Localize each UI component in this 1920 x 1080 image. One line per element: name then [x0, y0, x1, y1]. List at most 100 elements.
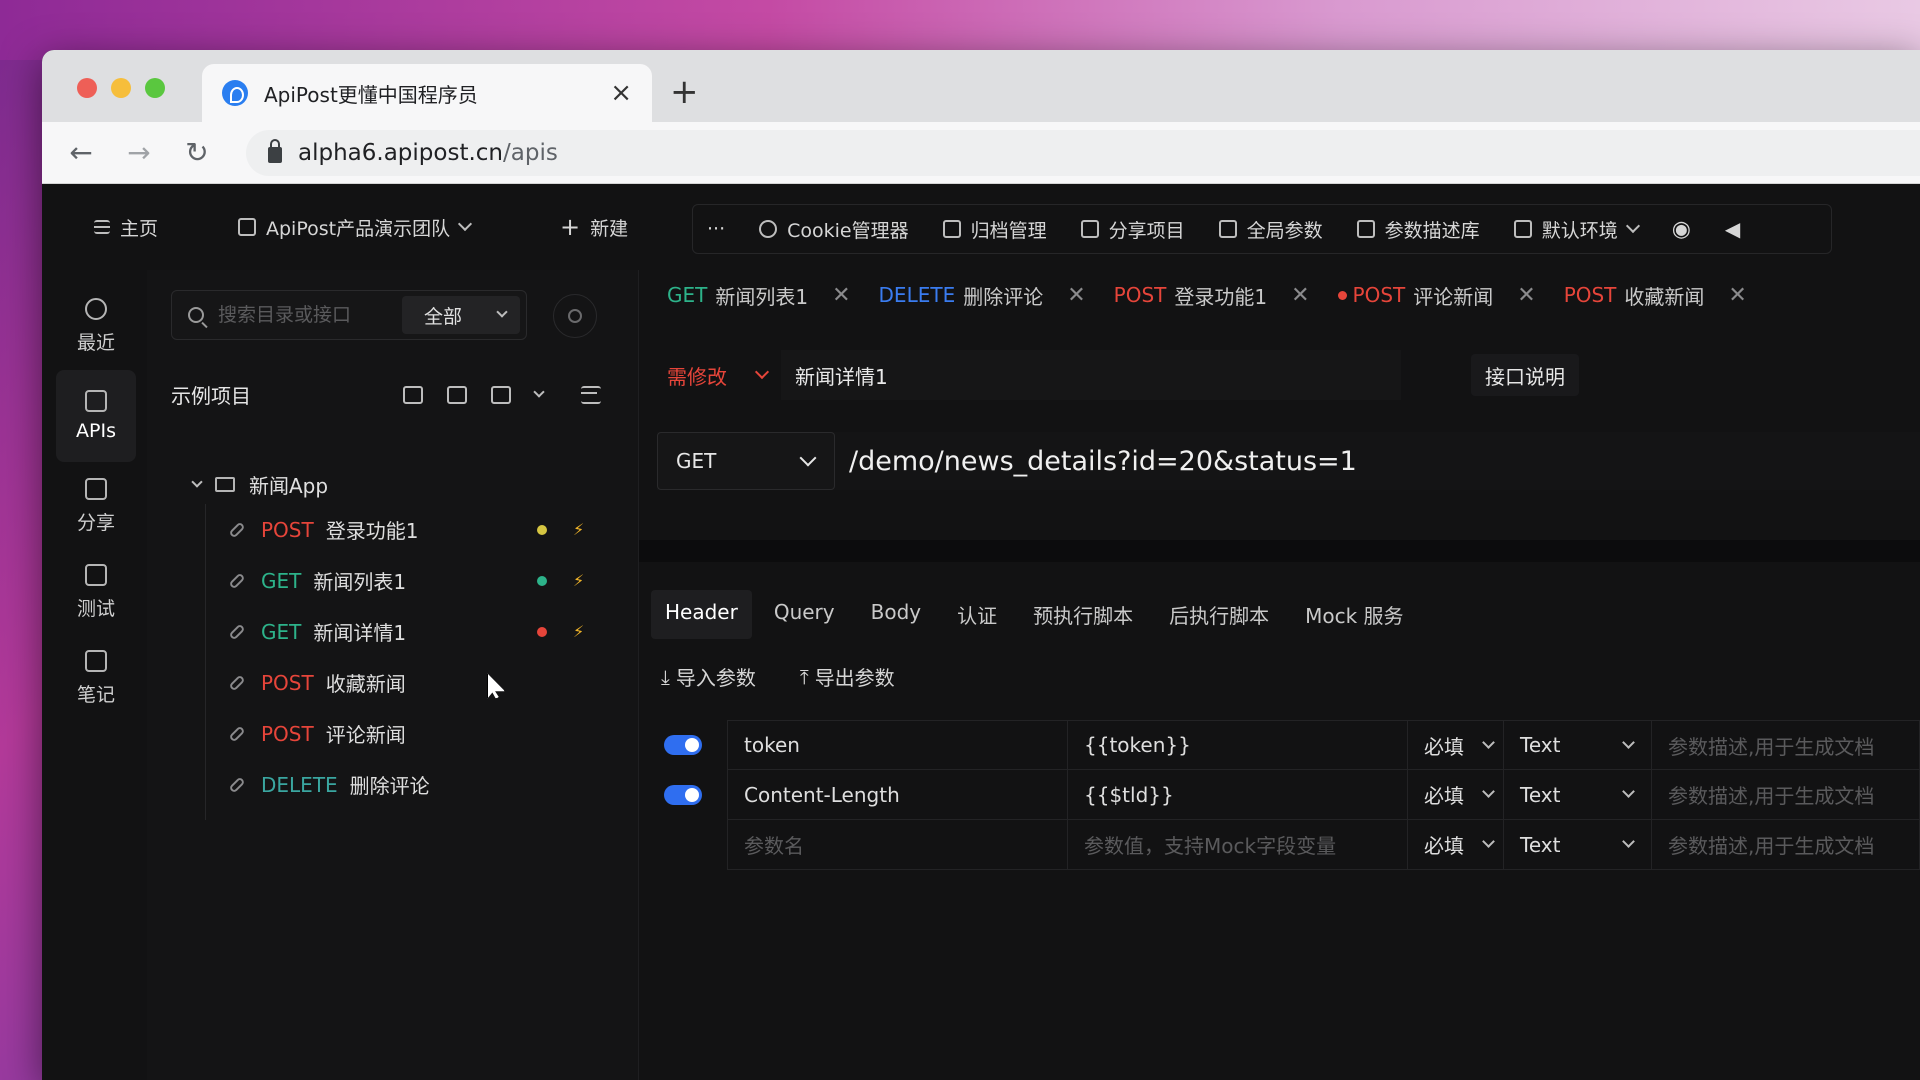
menu-icon: [94, 220, 110, 234]
list-item[interactable]: POST 收藏新闻: [217, 657, 587, 708]
maximize-window-button[interactable]: [145, 78, 165, 98]
table-row: Content-Length {{$tld}} 必填 Text 参数描述,用于生…: [639, 770, 1920, 820]
clock-icon: [85, 297, 107, 320]
type-select[interactable]: Text: [1504, 720, 1652, 770]
folder-name: 新闻App: [249, 474, 329, 498]
new-button[interactable]: + 新建: [560, 213, 628, 241]
cookie-manager-button[interactable]: Cookie管理器: [759, 216, 909, 243]
params-library-button[interactable]: 参数描述库: [1356, 216, 1480, 243]
archive-button[interactable]: 归档管理: [942, 216, 1047, 243]
api-name: 删除评论: [349, 774, 430, 798]
rail-apis[interactable]: APIs: [56, 370, 136, 462]
project-name: 示例项目: [171, 384, 251, 408]
chevron-down-icon[interactable]: [533, 385, 545, 398]
new-param-desc[interactable]: 参数描述,用于生成文档: [1652, 820, 1920, 870]
tab-mock[interactable]: Mock 服务: [1291, 590, 1417, 639]
status-select[interactable]: 需修改: [657, 350, 777, 400]
chevron-down-icon: [1622, 785, 1635, 798]
url-row: GET: [657, 432, 1920, 490]
list-item[interactable]: POST 评论新闻: [217, 708, 587, 759]
required-select[interactable]: 必填: [1408, 720, 1504, 770]
api-name: 新闻详情1: [313, 621, 407, 645]
rail-recent[interactable]: 最近: [56, 280, 136, 372]
import-params-button[interactable]: ⤓ 导入参数: [661, 662, 756, 691]
param-value[interactable]: {{$tld}}: [1068, 770, 1408, 820]
back-arrow-icon[interactable]: ←: [64, 136, 98, 169]
method-select[interactable]: GET: [657, 432, 835, 490]
api-doc-button[interactable]: 接口说明: [1471, 354, 1579, 396]
address-url[interactable]: alpha6.apipost.cn/apis: [298, 140, 558, 166]
minimize-window-button[interactable]: [111, 78, 131, 98]
enable-toggle[interactable]: [664, 785, 702, 805]
new-api-icon[interactable]: [403, 385, 423, 404]
environment-selector[interactable]: 默认环境: [1513, 216, 1640, 243]
share-project-button[interactable]: 分享项目: [1080, 216, 1185, 243]
rail-share[interactable]: 分享: [56, 460, 136, 552]
rail-test[interactable]: 测试: [56, 546, 136, 638]
type-select[interactable]: Text: [1504, 820, 1652, 870]
rail-notes[interactable]: 笔记: [56, 632, 136, 724]
param-desc[interactable]: 参数描述,用于生成文档: [1652, 720, 1920, 770]
param-key[interactable]: token: [727, 720, 1068, 770]
browser-tab-active[interactable]: ApiPost更懂中国程序员 ×: [202, 64, 652, 122]
enable-toggle[interactable]: [664, 735, 702, 755]
new-tab-icon[interactable]: +: [670, 72, 699, 112]
home-button[interactable]: 主页: [94, 214, 158, 241]
list-item[interactable]: POST 登录功能1 ⚡: [217, 504, 587, 555]
new-folder-icon[interactable]: [447, 385, 467, 404]
param-desc[interactable]: 参数描述,用于生成文档: [1652, 770, 1920, 820]
share-icon: [1080, 220, 1099, 238]
scope-select[interactable]: 全部: [402, 296, 520, 334]
tab-request[interactable]: GET 新闻列表1 ✕: [667, 281, 851, 310]
eye-icon[interactable]: ◉: [1672, 217, 1691, 242]
chevron-down-icon: [1622, 835, 1635, 848]
param-key[interactable]: Content-Length: [727, 770, 1068, 820]
close-icon[interactable]: ✕: [1291, 283, 1309, 308]
sort-icon[interactable]: [581, 385, 601, 404]
tab-request[interactable]: POST 登录功能1 ✕: [1114, 281, 1310, 310]
request-name-input[interactable]: [781, 350, 1401, 400]
tab-auth[interactable]: 认证: [943, 590, 1011, 639]
link-icon: [228, 572, 246, 589]
locate-button[interactable]: [553, 294, 597, 338]
required-select[interactable]: 必填: [1408, 820, 1504, 870]
url-input[interactable]: [835, 432, 1920, 490]
tab-pre-script[interactable]: 预执行脚本: [1019, 590, 1147, 639]
team-selector[interactable]: ApiPost产品演示团队: [238, 214, 473, 241]
import-icon[interactable]: [491, 385, 511, 404]
close-icon[interactable]: ✕: [1067, 283, 1085, 308]
folder-news-app[interactable]: 新闻App: [191, 470, 329, 499]
list-item[interactable]: GET 新闻列表1 ⚡: [217, 555, 587, 606]
address-bar[interactable]: alpha6.apipost.cn/apis: [246, 129, 1920, 176]
close-icon[interactable]: ✕: [1517, 283, 1535, 308]
required-select[interactable]: 必填: [1408, 770, 1504, 820]
list-item[interactable]: DELETE 删除评论: [217, 759, 587, 810]
tab-request[interactable]: POST 评论新闻 ✕: [1337, 281, 1536, 310]
tab-query[interactable]: Query: [760, 590, 849, 639]
tab-body[interactable]: Body: [857, 590, 936, 639]
forward-arrow-icon[interactable]: →: [122, 136, 156, 169]
new-param-key[interactable]: 参数名: [727, 820, 1068, 870]
param-value[interactable]: {{token}}: [1068, 720, 1408, 770]
more-button[interactable]: ···: [707, 218, 725, 240]
close-icon[interactable]: ✕: [1728, 283, 1746, 308]
tab-name: 登录功能1: [1174, 284, 1268, 309]
section-divider: [639, 540, 1920, 562]
tab-request[interactable]: POST 收藏新闻 ✕: [1564, 281, 1747, 310]
tab-header[interactable]: Header: [651, 590, 752, 639]
tree-search-input[interactable]: [218, 304, 388, 326]
close-icon[interactable]: ✕: [832, 283, 850, 308]
collapse-icon[interactable]: ◀: [1725, 217, 1740, 241]
rail-test-label: 测试: [76, 597, 115, 620]
new-param-value[interactable]: 参数值，支持Mock字段变量: [1068, 820, 1408, 870]
list-item[interactable]: GET 新闻详情1 ⚡: [217, 606, 587, 657]
tab-request[interactable]: DELETE 删除评论 ✕: [879, 281, 1086, 310]
global-params-button[interactable]: 全局参数: [1218, 216, 1323, 243]
type-select[interactable]: Text: [1504, 770, 1652, 820]
window-controls: [77, 78, 165, 98]
reload-icon[interactable]: ↻: [180, 136, 214, 169]
close-window-button[interactable]: [77, 78, 97, 98]
tab-post-script[interactable]: 后执行脚本: [1155, 590, 1283, 639]
close-tab-icon[interactable]: ×: [610, 78, 632, 108]
export-params-button[interactable]: ⤒ 导出参数: [800, 662, 895, 691]
